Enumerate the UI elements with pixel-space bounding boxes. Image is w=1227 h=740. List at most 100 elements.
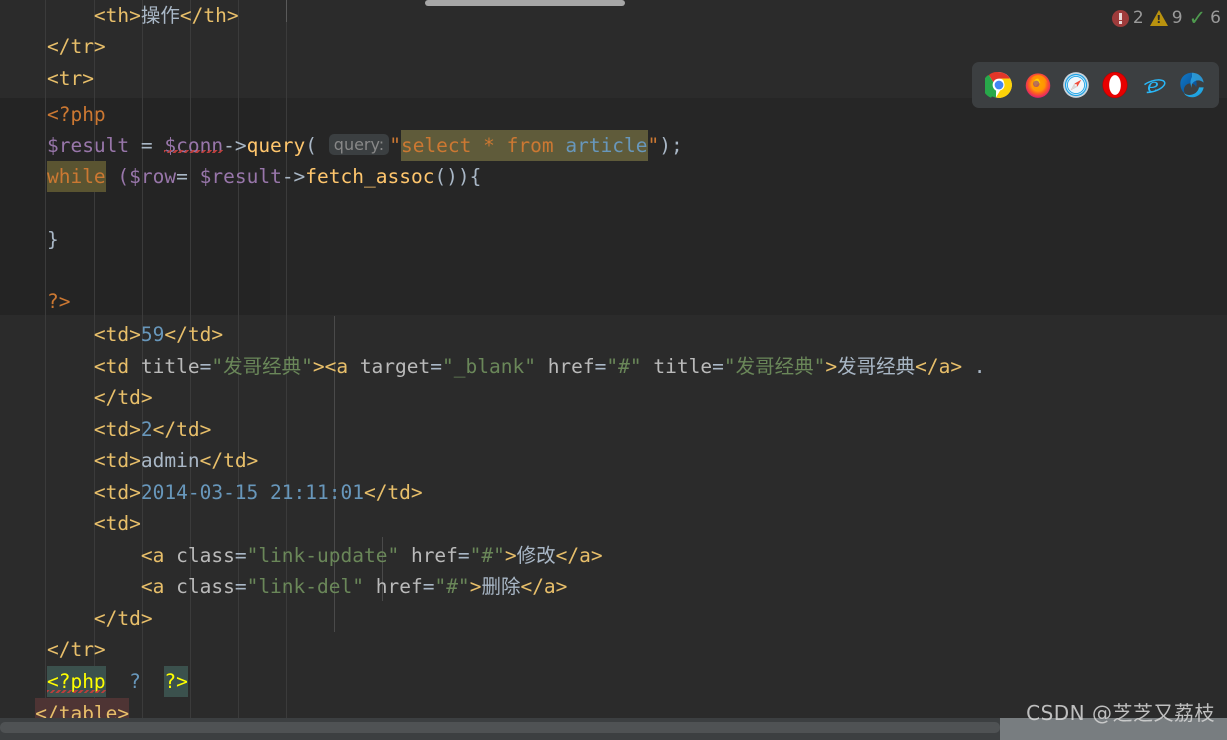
code-line[interactable]: <td>	[0, 508, 1227, 539]
code-line[interactable]: <td>admin</td>	[0, 445, 1227, 476]
token-quote: "	[647, 134, 660, 157]
token-tag: <a	[324, 355, 360, 378]
code-line[interactable]: </td>	[0, 382, 1227, 413]
safari-icon[interactable]	[1062, 71, 1090, 99]
token-arrow: ->	[281, 165, 306, 188]
token-tag: <td>	[93, 512, 141, 535]
token-string: "#"	[434, 575, 470, 598]
token-string: "link-update"	[246, 544, 400, 567]
token-text: 发哥经典	[837, 355, 916, 378]
token-equals: =	[457, 544, 470, 567]
browser-launch-bar[interactable]: e	[972, 62, 1219, 108]
horizontal-scrollbar-thumb[interactable]	[0, 722, 1000, 733]
token-tail: );	[659, 134, 683, 157]
code-line[interactable]: </td>	[0, 603, 1227, 634]
token-equals: =	[199, 355, 212, 378]
token-tag: <th>	[93, 4, 141, 27]
error-circle-icon	[1111, 9, 1129, 27]
token-text: 2014-03-15 21:11:01	[140, 481, 364, 504]
token-php-close: ?>	[46, 290, 71, 313]
token-text: admin	[140, 449, 200, 472]
token-tag: </td>	[93, 607, 153, 630]
parameter-hint[interactable]: query:	[328, 134, 390, 155]
token-tag: <td>	[93, 481, 141, 504]
code-line[interactable]: <td>2</td>	[0, 414, 1227, 445]
token-variable: $conn	[164, 134, 224, 157]
code-line[interactable]: <a class="link-update" href="#">修改</a>	[0, 540, 1227, 571]
selection-highlight: select * from article	[400, 130, 648, 162]
code-line[interactable]: $result = $conn->query( query: "select * …	[0, 130, 1227, 162]
token-arrow: ->	[223, 134, 247, 157]
ok-count: 6	[1210, 8, 1221, 28]
code-line[interactable]: </tr>	[0, 634, 1227, 665]
opera-icon[interactable]	[1101, 71, 1129, 99]
token-text: 删除	[481, 575, 521, 598]
token-php-close-highlight: ?>	[164, 666, 188, 698]
token-attribute: title	[140, 355, 200, 378]
token-question: ?	[129, 670, 141, 693]
token-tag: >	[312, 355, 325, 378]
token-tag: <tr>	[46, 67, 94, 90]
warning-triangle-icon	[1149, 10, 1168, 26]
token-equals: =	[422, 575, 435, 598]
error-indicator[interactable]: 2	[1111, 8, 1144, 28]
token-attribute: href	[410, 544, 458, 567]
token-tag: <a	[140, 544, 177, 567]
token-tag: <td	[93, 355, 141, 378]
token-tag: <td>	[93, 449, 141, 472]
checkmark-icon: ✓	[1188, 5, 1207, 30]
token-tag: <td>	[93, 418, 141, 441]
token-text: 修改	[516, 544, 556, 567]
token-sql-keyword: select	[400, 134, 472, 157]
code-line[interactable]: <a class="link-del" href="#">删除</a>	[0, 571, 1227, 602]
token-quote: "	[389, 134, 401, 157]
token-variable: $result	[46, 134, 130, 157]
token-operator: =	[129, 134, 165, 157]
token-php-open: <?php	[46, 103, 106, 126]
firefox-icon[interactable]	[1024, 71, 1052, 99]
ie-icon[interactable]: e	[1139, 71, 1167, 99]
code-line[interactable]: <td>59</td>	[0, 319, 1227, 350]
token-variable: row	[140, 165, 177, 188]
error-count: 2	[1132, 8, 1144, 28]
chrome-icon[interactable]	[985, 71, 1013, 99]
code-line[interactable]: ?>	[0, 286, 1227, 317]
token-text: 59	[140, 323, 165, 346]
token-tag: </td>	[152, 418, 212, 441]
edge-icon[interactable]	[1178, 71, 1206, 99]
warning-indicator[interactable]: 9	[1149, 8, 1183, 28]
svg-text:e: e	[1147, 74, 1159, 97]
token-attribute: class	[176, 544, 235, 567]
token-tag: </td>	[199, 449, 259, 472]
token-string: "_blank"	[442, 355, 536, 378]
token-tag: >	[504, 544, 517, 567]
token-tag: </td>	[363, 481, 423, 504]
identifier-highlight: while	[46, 161, 106, 193]
token-string: "发哥经典"	[723, 355, 826, 378]
code-line[interactable]	[0, 192, 1227, 223]
ok-indicator[interactable]: ✓ 6	[1188, 5, 1221, 30]
code-line[interactable]: }	[0, 224, 1227, 255]
token-attribute: title	[653, 355, 713, 378]
token-tag: <td>	[93, 323, 141, 346]
inspection-widget[interactable]: 2 9 ✓ 6	[1111, 5, 1221, 30]
token-tail: ()){	[434, 165, 482, 188]
token-string: "#"	[469, 544, 505, 567]
code-line[interactable]: <td>2014-03-15 21:11:01</td>	[0, 477, 1227, 508]
token-php-open-highlight: <?php	[46, 666, 106, 698]
token-tag: </a>	[555, 544, 603, 567]
token-sql-keyword: from	[506, 134, 554, 157]
code-line[interactable]	[0, 255, 1227, 286]
code-line[interactable]: <?php ? ?>	[0, 666, 1227, 698]
code-line[interactable]: </tr>	[0, 31, 1227, 62]
token-sql-star: *	[471, 134, 507, 157]
code-line[interactable]: while ($row= $result->fetch_assoc()){	[0, 161, 1227, 193]
token-tag: </a>	[520, 575, 568, 598]
token-tag: >	[825, 355, 838, 378]
csdn-watermark: CSDN @芝芝又荔枝	[1026, 701, 1215, 725]
token-keyword: while	[46, 165, 106, 188]
code-line[interactable]: <th>操作</th>	[0, 0, 1227, 31]
code-line[interactable]: <td title="发哥经典"><a target="_blank" href…	[0, 351, 1227, 382]
token-operator: =	[176, 165, 200, 188]
token-open: ($	[105, 165, 141, 188]
